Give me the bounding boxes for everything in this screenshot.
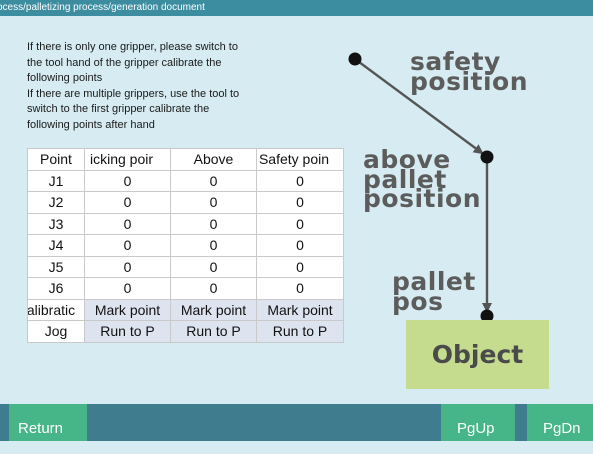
picking-value: 0 (84, 277, 171, 300)
page-down-button[interactable]: PgDn (527, 404, 593, 441)
header-picking-point: icking poir (84, 148, 171, 171)
point-name: J1 (27, 169, 85, 192)
table-row: J5 0 0 0 (27, 255, 344, 278)
instruction-line: following points (27, 72, 103, 84)
run-to-picking-point-button[interactable]: Run to P (84, 320, 171, 343)
above-value: 0 (170, 234, 257, 257)
safety-value: 0 (256, 169, 344, 192)
above-value: 0 (170, 169, 257, 192)
header-point: Point (27, 148, 85, 171)
breadcrumb: ocess/palletizing process/generation doc… (0, 0, 593, 16)
table-row: J3 0 0 0 (27, 212, 344, 235)
points-table: Point icking poir Above Safety poin J1 0… (27, 148, 344, 343)
calibration-label: alibratic (27, 298, 85, 321)
table-row: J2 0 0 0 (27, 191, 344, 214)
picking-value: 0 (84, 234, 171, 257)
pallet-position-label: pallet pos (392, 269, 476, 313)
instruction-line: switch to the first gripper calibrate th… (27, 103, 210, 115)
mark-picking-point-button[interactable]: Mark point (84, 298, 171, 321)
mark-above-point-button[interactable]: Mark point (170, 298, 257, 321)
instructions: If there is only one gripper, please swi… (27, 40, 277, 133)
safety-value: 0 (256, 191, 344, 214)
run-to-above-point-button[interactable]: Run to P (170, 320, 257, 343)
jog-row: Jog Run to P Run to P Run to P (27, 320, 344, 343)
table-header-row: Point icking poir Above Safety poin (27, 148, 344, 171)
above-value: 0 (170, 255, 257, 278)
table-row: J1 0 0 0 (27, 169, 344, 192)
instruction-line: following points after hand (27, 118, 155, 131)
object-box: Object (406, 320, 549, 389)
instruction-line: the tool hand of the gripper calibrate t… (27, 56, 222, 69)
safety-value: 0 (256, 212, 344, 235)
point-name: J4 (27, 234, 85, 257)
table-row: J6 0 0 0 (27, 277, 344, 300)
safety-position-label: safety position (410, 49, 529, 96)
safety-value: 0 (256, 277, 344, 300)
page-up-button[interactable]: PgUp (441, 404, 515, 441)
return-button[interactable]: Return (9, 404, 87, 441)
diagram-label-line: position (410, 66, 529, 96)
above-pallet-position-label: above pallet position (363, 147, 482, 213)
point-name: J5 (27, 255, 85, 278)
page-down-label: PgDn (543, 420, 581, 437)
above-value: 0 (170, 191, 257, 214)
above-value: 0 (170, 277, 257, 300)
point-name: J2 (27, 191, 85, 214)
run-to-safety-point-button[interactable]: Run to P (256, 320, 344, 343)
table-row: J4 0 0 0 (27, 234, 344, 257)
mark-safety-point-button[interactable]: Mark point (256, 298, 344, 321)
return-label: Return (18, 420, 64, 437)
header-safety-point: Safety poin (256, 148, 344, 171)
point-name: J3 (27, 212, 85, 235)
safety-value: 0 (256, 255, 344, 278)
header-above: Above (170, 148, 257, 171)
picking-value: 0 (84, 191, 171, 214)
above-value: 0 (170, 212, 257, 235)
picking-value: 0 (84, 212, 171, 235)
jog-label: Jog (27, 320, 85, 343)
page-up-label: PgUp (457, 420, 495, 437)
diagram-label-line: position (363, 184, 482, 213)
picking-value: 0 (84, 255, 171, 278)
safety-value: 0 (256, 234, 344, 257)
point-name: J6 (27, 277, 85, 300)
instruction-line: If there are multiple grippers, use the … (27, 87, 240, 100)
object-label: Object (431, 340, 524, 369)
instruction-line: If there is only one gripper, please swi… (27, 41, 238, 53)
calibration-row: alibratic Mark point Mark point Mark poi… (27, 298, 344, 321)
picking-value: 0 (84, 169, 171, 192)
